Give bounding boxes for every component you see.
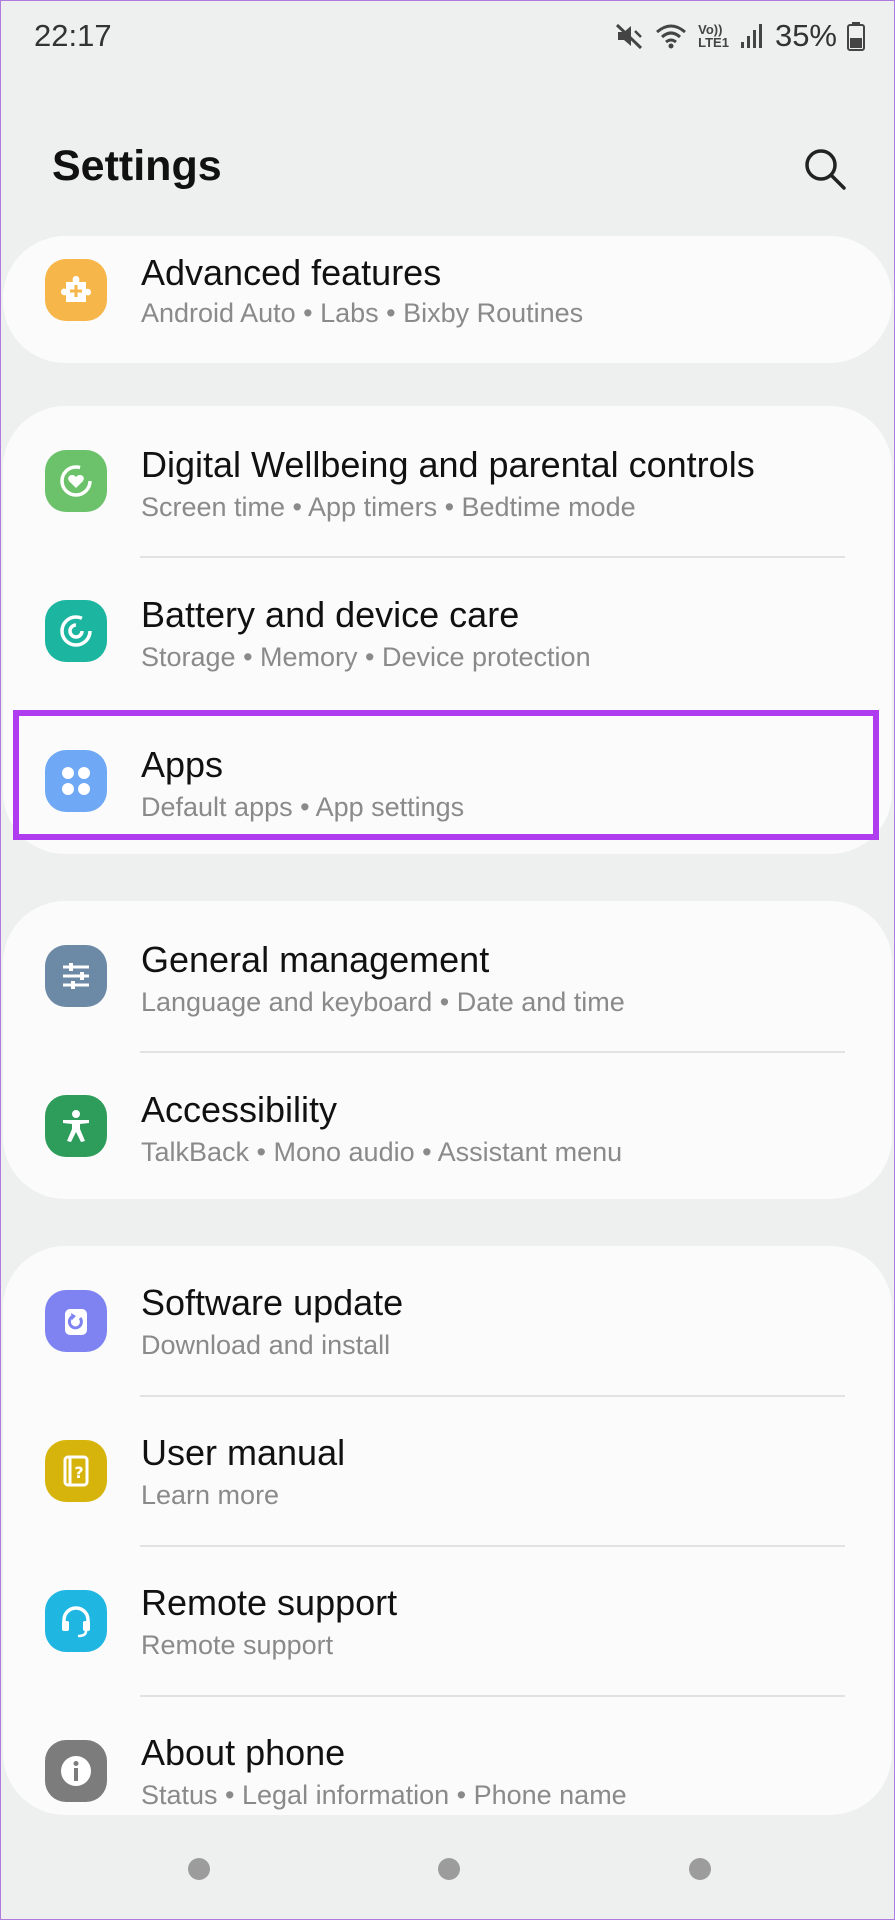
status-time: 22:17 xyxy=(34,18,112,53)
back-button[interactable] xyxy=(689,1858,711,1880)
lte-label: LTE1 xyxy=(698,35,729,50)
signal-icon xyxy=(740,24,762,48)
item-subtitle: Remote support xyxy=(141,1630,334,1660)
item-subtitle: Screen time • App timers • Bedtime mode xyxy=(141,492,636,522)
settings-item-general-management[interactable]: General management Language and keyboard… xyxy=(3,901,892,1051)
wifi-icon xyxy=(656,24,687,49)
svg-text:?: ? xyxy=(74,1463,83,1482)
apps-highlight-box xyxy=(13,710,879,840)
manual-icon: ? xyxy=(45,1440,107,1502)
item-subtitle: Storage • Memory • Device protection xyxy=(141,642,591,672)
item-title: About phone xyxy=(141,1732,346,1773)
item-title: Accessibility xyxy=(141,1089,338,1130)
item-title: Digital Wellbeing and parental controls xyxy=(141,444,755,485)
puzzle-icon xyxy=(45,259,107,321)
device-care-icon xyxy=(45,600,107,662)
item-subtitle: Android Auto • Labs • Bixby Routines xyxy=(141,298,584,328)
settings-item-software-update[interactable]: Software update Download and install xyxy=(3,1246,892,1396)
item-subtitle: TalkBack • Mono audio • Assistant menu xyxy=(141,1137,623,1167)
item-subtitle: Download and install xyxy=(141,1330,391,1360)
mute-icon xyxy=(616,23,643,50)
item-title: Advanced features xyxy=(141,252,442,293)
settings-item-digital-wellbeing[interactable]: Digital Wellbeing and parental controls … xyxy=(3,406,892,556)
settings-item-user-manual[interactable]: ? User manual Learn more xyxy=(3,1396,892,1546)
sliders-icon xyxy=(45,945,107,1007)
headset-icon xyxy=(45,1590,107,1652)
settings-item-remote-support[interactable]: Remote support Remote support xyxy=(3,1546,892,1696)
item-title: Battery and device care xyxy=(141,594,520,635)
settings-item-battery-device-care[interactable]: Battery and device care Storage • Memory… xyxy=(3,556,892,706)
page-title: Settings xyxy=(52,142,222,190)
item-subtitle: Learn more xyxy=(141,1480,280,1510)
settings-item-accessibility[interactable]: Accessibility TalkBack • Mono audio • As… xyxy=(3,1051,892,1201)
settings-item-advanced-features[interactable]: Advanced features Android Auto • Labs • … xyxy=(3,236,892,363)
item-subtitle: Language and keyboard • Date and time xyxy=(141,987,625,1017)
status-bar: 22:17 Vo)) LTE1 35% xyxy=(0,0,895,75)
update-icon xyxy=(45,1290,107,1352)
accessibility-icon xyxy=(45,1095,107,1157)
item-title: User manual xyxy=(141,1432,346,1473)
settings-group-support: Software update Download and install ? U… xyxy=(3,1246,892,1815)
item-title: Software update xyxy=(141,1282,404,1323)
settings-item-about-phone[interactable]: About phone Status • Legal information •… xyxy=(3,1696,892,1815)
volte-icon: Vo)) LTE1 xyxy=(698,23,729,49)
item-title: General management xyxy=(141,939,490,980)
info-icon xyxy=(45,1740,107,1802)
status-icons: Vo)) LTE1 35% xyxy=(614,16,865,56)
battery-icon xyxy=(847,22,865,51)
item-title: Remote support xyxy=(141,1582,398,1623)
home-button[interactable] xyxy=(438,1858,460,1880)
battery-percent: 35% xyxy=(774,18,837,53)
search-icon[interactable] xyxy=(799,143,851,195)
settings-group-advanced: Advanced features Android Auto • Labs • … xyxy=(3,236,892,363)
settings-group-general: General management Language and keyboard… xyxy=(3,901,892,1199)
item-subtitle: Status • Legal information • Phone name xyxy=(141,1780,627,1810)
recent-apps-button[interactable] xyxy=(188,1858,210,1880)
wellbeing-icon xyxy=(45,450,107,512)
